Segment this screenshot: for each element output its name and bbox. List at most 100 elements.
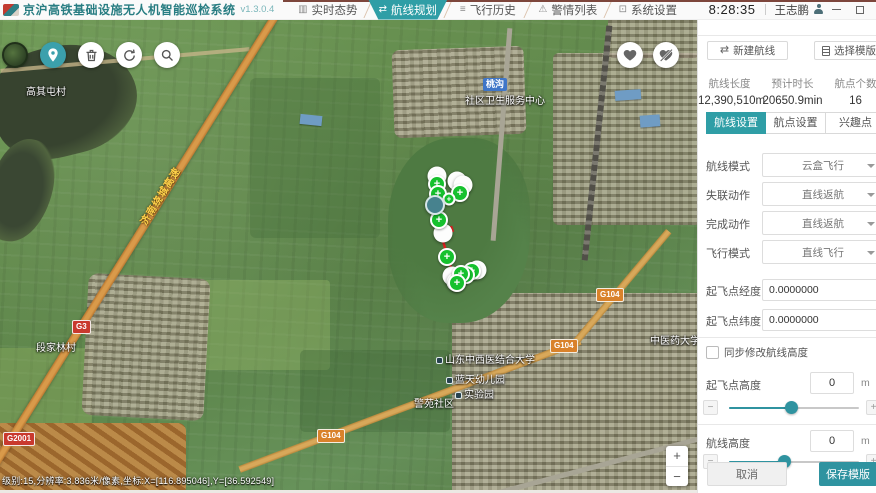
- route-stats: 航线长度 12,390,510m 预计时长 20650.9min 航点个数 16: [698, 76, 876, 107]
- user-menu[interactable]: 王志鹏: [775, 2, 825, 18]
- map-label: 实验园: [455, 386, 494, 401]
- map-overlays: 高其屯村桃沟社区卫生服务中心济南绕城高速G3G2001G104G104G104段…: [0, 20, 697, 490]
- panel-divider: [698, 424, 876, 425]
- clock: 8:28:35: [709, 2, 756, 17]
- tab-flight-history[interactable]: ≡ 飞行历史: [448, 0, 527, 20]
- sync-altitude-row: 同步修改航线高度: [706, 345, 808, 360]
- takeoff-latitude-input[interactable]: [762, 309, 876, 331]
- tab-route-planning[interactable]: ⇄ 航线规划: [368, 0, 447, 20]
- tab-points-of-interest[interactable]: 兴趣点: [826, 112, 876, 134]
- maximize-icon: [856, 6, 864, 14]
- selected-value: 云盒飞行: [802, 158, 844, 173]
- new-route-label: 新建航线: [733, 43, 775, 58]
- tab-label: 警情列表: [551, 2, 597, 18]
- map-label: 警苑社区: [414, 395, 454, 410]
- new-route-button[interactable]: ⇄ 新建航线: [707, 41, 788, 60]
- waypoint-marker-green[interactable]: [438, 248, 456, 266]
- stat-value: 20650.9min: [761, 95, 824, 107]
- tab-label: 实时态势: [312, 2, 358, 18]
- takeoff-altitude-input[interactable]: [810, 372, 854, 394]
- app-version: v1.3.0.4: [241, 4, 275, 15]
- unfavorite-button[interactable]: [653, 42, 679, 68]
- poi-icon: [436, 357, 443, 364]
- sync-altitude-checkbox[interactable]: [706, 346, 719, 359]
- cancel-button[interactable]: 取消: [707, 462, 787, 486]
- map-label: 桃沟: [483, 78, 507, 91]
- takeoff-longitude-input[interactable]: [762, 279, 876, 301]
- lost-action-select[interactable]: 直线返航: [762, 182, 876, 206]
- unit-label: m: [861, 377, 870, 389]
- sync-altitude-label: 同步修改航线高度: [724, 345, 808, 360]
- chevron-down-icon: [867, 164, 875, 168]
- selected-value: 直线飞行: [802, 245, 844, 260]
- user-name: 王志鹏: [775, 2, 810, 18]
- slider-thumb[interactable]: [785, 401, 798, 414]
- map-label: G104: [317, 429, 345, 443]
- unit-label: m: [861, 435, 870, 447]
- refresh-button[interactable]: [116, 42, 142, 68]
- takeoff-altitude-decrease-button[interactable]: −: [703, 400, 718, 415]
- minimize-button[interactable]: [824, 0, 848, 20]
- field-label: 飞行模式: [706, 245, 750, 261]
- tab-realtime[interactable]: ▥ 实时态势: [288, 0, 367, 20]
- form-row-takeoff-longitude: 起飞点经度: [698, 278, 876, 302]
- map-label: G104: [596, 288, 624, 302]
- tab-waypoint-settings[interactable]: 航点设置: [766, 112, 826, 134]
- takeoff-altitude-increase-button[interactable]: +: [866, 400, 876, 415]
- route-planning-panel: ⇄ 新建航线 选择模版 航线长度 12,390,510m 预计时长 20650.…: [697, 20, 876, 493]
- divider: [765, 4, 766, 15]
- finish-action-select[interactable]: 直线返航: [762, 211, 876, 235]
- layer-preview-button[interactable]: [2, 42, 28, 68]
- maximize-button[interactable]: [848, 0, 872, 20]
- slider-fill: [729, 407, 791, 409]
- map-label: 社区卫生服务中心: [465, 92, 545, 107]
- history-icon: ≡: [460, 5, 466, 15]
- route-altitude-input[interactable]: [810, 430, 854, 452]
- select-template-button[interactable]: 选择模版: [814, 41, 876, 60]
- map-label: 中医药大学: [650, 332, 697, 347]
- takeoff-altitude-slider-row: − +: [698, 400, 876, 416]
- form-row-lost-action: 失联动作 直线返航: [698, 182, 876, 206]
- document-icon: [822, 46, 830, 56]
- map-label: 蓝天幼儿园: [446, 371, 505, 386]
- stat-value: 16: [824, 95, 876, 107]
- map-label: G3: [72, 320, 91, 334]
- locate-pin-button[interactable]: [40, 42, 66, 68]
- zoom-out-button[interactable]: −: [666, 467, 688, 487]
- takeoff-altitude-slider[interactable]: [729, 400, 859, 415]
- favorite-button[interactable]: [617, 42, 643, 68]
- route-icon: ⇄: [720, 45, 729, 56]
- tab-alert-list[interactable]: ⚠ 警情列表: [528, 0, 607, 20]
- person-icon: [813, 4, 824, 15]
- tab-system-settings[interactable]: ⊡ 系统设置: [608, 0, 687, 20]
- zoom-in-button[interactable]: +: [666, 446, 688, 467]
- stat-value: 12,390,510m: [698, 95, 761, 107]
- waypoint-marker-green[interactable]: [448, 274, 466, 292]
- top-bar: 京沪高铁基础设施无人机智能巡检系统 v1.3.0.4 ▥ 实时态势 ⇄ 航线规划…: [0, 0, 876, 20]
- field-label: 起飞点经度: [706, 283, 761, 299]
- tab-label: 航线规划: [391, 2, 437, 18]
- form-row-route-altitude: 航线高度 m: [698, 430, 876, 454]
- search-button[interactable]: [154, 42, 180, 68]
- poi-icon: [446, 377, 453, 384]
- heart-off-icon: [658, 47, 674, 63]
- tab-route-settings[interactable]: 航线设置: [706, 112, 766, 134]
- select-template-label: 选择模版: [834, 43, 876, 58]
- tab-label: 飞行历史: [470, 2, 516, 18]
- route-mode-select[interactable]: 云盒飞行: [762, 153, 876, 177]
- panel-divider: [698, 35, 876, 36]
- stat-label: 航点个数: [824, 76, 876, 91]
- refresh-icon: [122, 48, 137, 63]
- save-template-button[interactable]: 保存模版: [819, 462, 876, 486]
- waypoint-marker-teal[interactable]: [425, 195, 445, 215]
- heart-icon: [622, 47, 638, 63]
- flight-mode-select[interactable]: 直线飞行: [762, 240, 876, 264]
- satellite-map[interactable]: 高其屯村桃沟社区卫生服务中心济南绕城高速G3G2001G104G104G104段…: [0, 20, 697, 490]
- delete-waypoint-button[interactable]: [78, 42, 104, 68]
- field-label: 完成动作: [706, 216, 750, 232]
- stat-label: 航线长度: [698, 76, 761, 91]
- chevron-down-icon: [867, 251, 875, 255]
- trash-icon: [84, 48, 99, 63]
- field-label: 航线高度: [706, 435, 750, 451]
- map-status-bar: 级别:15,分辨率:3.836米/像素,坐标:X=[116.895046],Y=…: [2, 474, 274, 487]
